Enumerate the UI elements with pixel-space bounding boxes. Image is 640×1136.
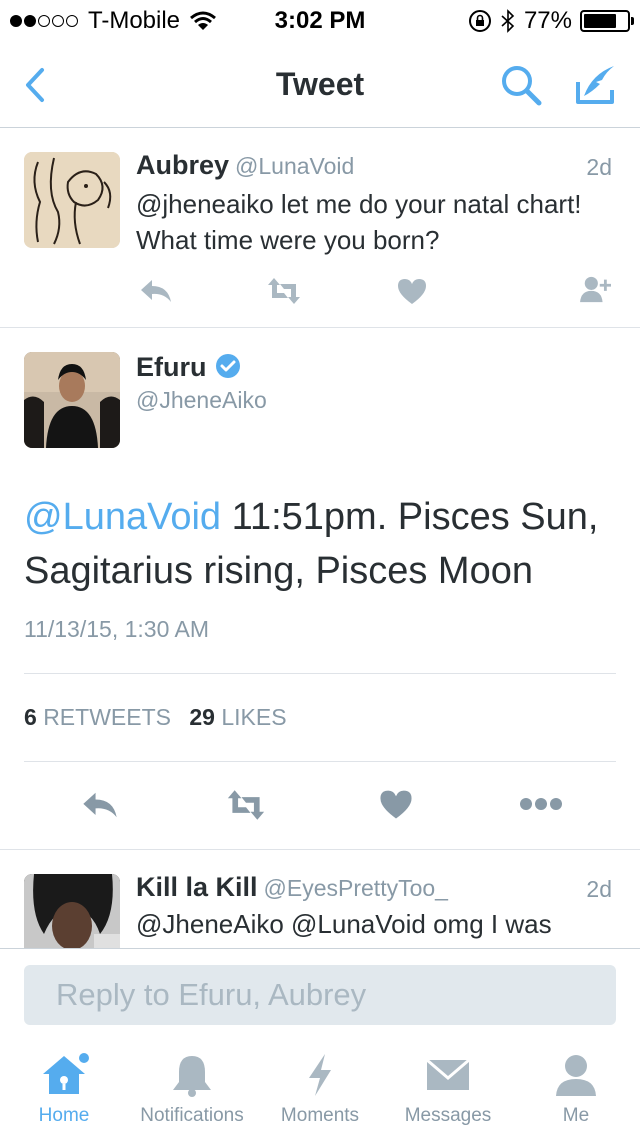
- tweet-text-rest: 11:51pm. Pisces Sun,: [221, 496, 599, 538]
- tab-label: Moments: [280, 1105, 360, 1126]
- reply-icon[interactable]: [138, 276, 174, 306]
- home-icon: [43, 1053, 89, 1094]
- nav-bar: Tweet: [0, 40, 640, 128]
- focused-tweet-text: @LunaVoid 11:51pm. Pisces Sun, Sagitariu…: [24, 490, 624, 598]
- tweet-text: @JheneAiko @LunaVoid omg I was: [136, 909, 552, 939]
- tweet-age: 2d: [586, 876, 612, 902]
- avatar[interactable]: [24, 874, 120, 948]
- tab-me[interactable]: Me: [512, 1044, 640, 1136]
- search-icon[interactable]: [498, 62, 544, 108]
- divider: [24, 673, 616, 674]
- tweet-header: Aubrey @LunaVoid: [136, 150, 616, 181]
- tab-label: Notifications: [140, 1105, 244, 1126]
- tweet-header: Kill la Kill @EyesPrettyToo_: [136, 872, 566, 903]
- person-icon: [556, 1055, 596, 1096]
- tab-label: Messages: [404, 1105, 492, 1126]
- sketch-avatar-image: [24, 152, 120, 248]
- tweet-age: 2d: [586, 154, 612, 180]
- author-name[interactable]: Aubrey: [136, 150, 229, 180]
- tab-label: Me: [562, 1105, 590, 1126]
- profile-photo: [24, 874, 120, 948]
- tab-bar: Home Notifications Moments Messages Me: [0, 1044, 640, 1136]
- tab-label: Home: [38, 1105, 90, 1126]
- reply-bar: Reply to Efuru, Aubrey: [0, 948, 640, 1044]
- profile-photo: [24, 352, 120, 448]
- reply-icon[interactable]: [80, 788, 120, 822]
- retweet-count-label: RETWEETS: [43, 704, 171, 730]
- avatar[interactable]: [24, 152, 120, 248]
- tab-messages[interactable]: Messages: [384, 1044, 512, 1136]
- retweet-count-link[interactable]: 6 RETWEETS: [24, 704, 171, 730]
- tab-notifications[interactable]: Notifications: [128, 1044, 256, 1136]
- verified-badge-icon: [215, 354, 240, 378]
- author-block[interactable]: Efuru @JheneAiko: [136, 352, 267, 414]
- mention-link[interactable]: @LunaVoid: [24, 496, 221, 538]
- more-options-icon[interactable]: [518, 792, 564, 816]
- tweet-text-line: @jheneaiko let me do your natal chart!: [136, 189, 582, 219]
- tab-moments[interactable]: Moments: [256, 1044, 384, 1136]
- author-handle[interactable]: @JheneAiko: [136, 387, 267, 414]
- retweet-icon[interactable]: [266, 276, 302, 306]
- divider: [24, 761, 616, 762]
- bluetooth-icon: [501, 9, 515, 33]
- reply-tweet[interactable]: Kill la Kill @EyesPrettyToo_ 2d @JheneAik…: [0, 872, 640, 948]
- like-count-label: LIKES: [221, 704, 287, 730]
- follow-user-icon[interactable]: [578, 274, 614, 304]
- divider: [0, 849, 640, 850]
- rotation-lock-icon: [468, 10, 491, 32]
- like-count-link[interactable]: 29 LIKES: [189, 704, 286, 730]
- tweet-text-line: Sagitarius rising, Pisces Moon: [24, 550, 533, 592]
- like-heart-icon[interactable]: [376, 786, 416, 822]
- reply-input[interactable]: Reply to Efuru, Aubrey: [24, 965, 616, 1025]
- retweet-count: 6: [24, 704, 37, 730]
- like-heart-icon[interactable]: [394, 276, 430, 306]
- tab-home[interactable]: Home: [0, 1044, 128, 1136]
- lightning-icon: [309, 1054, 331, 1096]
- avatar[interactable]: [24, 352, 120, 448]
- tweet-text: @jheneaiko let me do your natal chart! W…: [136, 186, 626, 258]
- status-right: 77%: [468, 7, 634, 35]
- compose-tweet-icon[interactable]: [572, 62, 618, 108]
- page-title: Tweet: [275, 66, 365, 102]
- envelope-icon: [426, 1058, 470, 1090]
- tweet-text-line: What time were you born?: [136, 225, 440, 255]
- like-count: 29: [189, 704, 215, 730]
- battery-icon: [580, 10, 634, 32]
- tweet-timestamp: 11/13/15, 1:30 AM: [24, 616, 209, 642]
- author-name[interactable]: Efuru: [136, 352, 207, 382]
- author-handle[interactable]: @EyesPrettyToo_: [264, 875, 448, 901]
- engagement-counts: 6 RETWEETS 29 LIKES: [24, 704, 287, 731]
- author-name[interactable]: Kill la Kill: [136, 872, 258, 902]
- battery-percent: 77%: [523, 7, 572, 34]
- divider: [0, 327, 640, 328]
- author-handle[interactable]: @LunaVoid: [235, 153, 354, 179]
- status-bar: T-Mobile 3:02 PM 77%: [0, 0, 640, 40]
- bell-icon: [173, 1056, 211, 1097]
- retweet-icon[interactable]: [224, 788, 268, 822]
